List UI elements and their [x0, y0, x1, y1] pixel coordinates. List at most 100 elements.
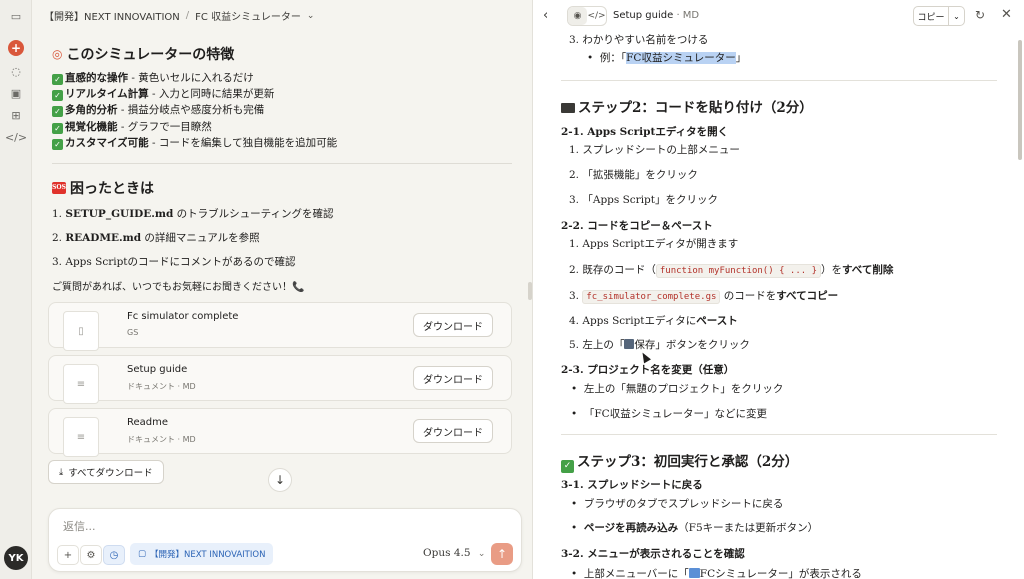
- eye-icon[interactable]: ◉: [568, 7, 587, 25]
- artifacts-icon[interactable]: ⊞: [8, 107, 24, 123]
- left-rail: ▭ + ◌ ▣ ⊞ </> YK: [0, 0, 32, 579]
- list-item: • 上部メニューバーに「 FCシミュレーター」が表示される: [571, 568, 862, 579]
- attach-button[interactable]: +: [57, 545, 79, 565]
- sliders-icon: ⚙: [86, 549, 96, 561]
- view-toggle: ◉ </>: [567, 6, 607, 26]
- document-toolbar: ‹ ◉ </> Setup guide · MD コピー ⌄ ↻ ✕: [533, 0, 1024, 32]
- list-item: 2. 既存のコード（ function myFunction() { ... }）…: [569, 264, 894, 278]
- document-title: Setup guide · MD: [613, 10, 700, 21]
- check-icon: ✓: [52, 74, 63, 85]
- code-view-icon[interactable]: </>: [587, 7, 606, 25]
- refresh-icon[interactable]: ↻: [975, 8, 985, 22]
- list-item: ✓ カスタマイズ可能 - コードを編集して独自機能を追加可能: [52, 135, 512, 151]
- target-icon: ◎: [52, 47, 63, 61]
- file-name: Readme: [127, 417, 169, 428]
- trouble-list: 1. SETUP_GUIDE.md のトラブルシューティングを確認 2. REA…: [52, 202, 512, 274]
- document-icon: ≡: [63, 364, 99, 404]
- check-icon: ✓: [52, 122, 63, 134]
- document-pane: ‹ ◉ </> Setup guide · MD コピー ⌄ ↻ ✕ 3. わか…: [532, 0, 1024, 579]
- file-name: Setup guide: [127, 364, 188, 375]
- tools-button[interactable]: ⚙: [80, 545, 102, 565]
- project-chip[interactable]: ▢ 【開発】NEXT INNOVAITION: [130, 543, 274, 565]
- new-chat-icon[interactable]: +: [8, 40, 24, 56]
- arrow-up-icon: ↑: [496, 547, 508, 561]
- composer: 返信... + ⚙ ◷ ▢ 【開発】NEXT INNOVAITION Opus …: [48, 508, 522, 572]
- download-button[interactable]: ダウンロード: [413, 419, 493, 443]
- chevron-down-icon: ⌄: [477, 549, 486, 559]
- bar-chart-icon: [688, 568, 700, 578]
- copy-button[interactable]: コピー ⌄: [913, 6, 965, 26]
- download-button[interactable]: ダウンロード: [413, 313, 493, 337]
- list-item: 3. fc_simulator_complete.gs のコードをすべてコピー: [569, 290, 839, 304]
- model-selector[interactable]: Opus 4.5 ⌄: [423, 547, 485, 559]
- list-item: • ページを再読み込み（F5キーまたは更新ボタン）: [571, 522, 819, 534]
- section-heading: 3-2. メニューが表示されることを確認: [561, 548, 745, 560]
- list-item: 1. Apps Scriptエディタが開きます: [569, 238, 739, 250]
- list-item: • ブラウザのタブでスプレッドシートに戻る: [571, 498, 784, 510]
- file-meta: ドキュメント · MD: [127, 435, 196, 444]
- list-item: 3. わかりやすい名前をつける: [569, 34, 709, 46]
- list-item: 1. スプレッドシートの上部メニュー: [569, 144, 740, 156]
- back-icon[interactable]: ‹: [543, 8, 548, 23]
- arrow-down-icon: ↓: [274, 473, 286, 487]
- divider: [52, 163, 512, 165]
- list-item: 4. Apps Scriptエディタにペースト: [569, 315, 738, 327]
- chat-pane: 【開発】NEXT INNOVAITION / FC 収益シミュレーター ⌄ ◎ …: [32, 0, 529, 579]
- file-meta: GS: [127, 328, 139, 337]
- close-icon[interactable]: ✕: [1001, 7, 1012, 22]
- file-card-fc-simulator[interactable]: ▯ Fc simulator complete GS ダウンロード: [48, 302, 512, 351]
- chevron-down-icon[interactable]: ⌄: [307, 11, 315, 21]
- features-list: ✓ 直感的な操作 - 黄色いセルに入れるだけ ✓ リアルタイム計算 - 入力と同時に…: [52, 70, 512, 151]
- section-heading: 2-3. プロジェクト名を変更（任意）: [561, 364, 735, 376]
- file-meta: ドキュメント · MD: [127, 382, 196, 391]
- reply-input[interactable]: 返信...: [63, 518, 96, 534]
- divider: [561, 80, 997, 81]
- list-item: 3. Apps Scriptのコードにコメントがあるので確認: [52, 256, 296, 269]
- list-item: 2. 「拡張機能」をクリック: [569, 169, 698, 181]
- list-item: ✓ 多角的分析 - 損益分岐点や感度分析も完備: [52, 102, 512, 118]
- list-item: • 例：「FC収益シミュレーター」: [587, 52, 747, 64]
- divider: [561, 434, 997, 435]
- list-item: 5. 左上の「 保存」ボタンをクリック: [569, 339, 750, 351]
- chevron-down-icon[interactable]: ⌄: [948, 7, 964, 25]
- download-icon: ⤓: [59, 466, 64, 478]
- document-icon: ≡: [63, 417, 99, 457]
- plus-icon: +: [63, 549, 73, 561]
- list-item: 3. 「Apps Script」をクリック: [569, 194, 718, 206]
- list-item: • 「FC収益シミュレーター」などに変更: [571, 408, 767, 420]
- code-icon[interactable]: </>: [5, 129, 27, 145]
- sos-icon: SOS: [52, 182, 66, 195]
- breadcrumb-separator: /: [185, 10, 190, 21]
- list-item: • 左上の「無題のプロジェクト」をクリック: [571, 383, 784, 395]
- file-card-setup-guide[interactable]: ≡ Setup guide ドキュメント · MD ダウンロード: [48, 355, 512, 404]
- check-icon: ✓: [561, 460, 574, 473]
- features-heading: ◎ このシミュレーターの特徴: [52, 47, 235, 63]
- chat-title[interactable]: FC 収益シミュレーター: [195, 8, 301, 23]
- chats-icon[interactable]: ◌: [8, 63, 24, 79]
- breadcrumb-project[interactable]: 【開発】NEXT INNOVAITION: [44, 8, 180, 23]
- step2-heading: ステップ2：コードを貼り付け（2分）: [561, 96, 813, 116]
- scroll-down-button[interactable]: ↓: [268, 468, 292, 492]
- history-button[interactable]: ◷: [103, 545, 125, 565]
- list-item: ✓ リアルタイム計算 - 入力と同時に結果が更新: [52, 86, 512, 102]
- file-card-readme[interactable]: ≡ Readme ドキュメント · MD ダウンロード: [48, 408, 512, 457]
- breadcrumb: 【開発】NEXT INNOVAITION / FC 収益シミュレーター ⌄: [44, 8, 314, 23]
- folder-icon: ▢: [138, 549, 147, 559]
- step3-heading: ✓ ステップ3：初回実行と承認（2分）: [561, 450, 798, 473]
- avatar[interactable]: YK: [4, 546, 28, 570]
- projects-icon[interactable]: ▣: [8, 85, 24, 101]
- clock-icon: ◷: [109, 549, 119, 561]
- list-item: ✓ 視覚化機能 - グラフで一目瞭然: [52, 119, 512, 135]
- list-item: 2. README.md の詳細マニュアルを参照: [52, 232, 260, 245]
- scrollbar[interactable]: [1018, 40, 1022, 160]
- download-button[interactable]: ダウンロード: [413, 366, 493, 390]
- check-icon: ✓: [52, 106, 63, 118]
- list-item: 1. SETUP_GUIDE.md のトラブルシューティングを確認: [52, 208, 334, 221]
- download-all-button[interactable]: ⤓ すべてダウンロード: [48, 460, 164, 484]
- check-icon: ✓: [52, 138, 63, 150]
- file-icon: ▯: [63, 311, 99, 351]
- sidebar-toggle-icon[interactable]: ▭: [8, 8, 24, 24]
- section-heading: 2-2. コードをコピー＆ペースト: [561, 220, 713, 232]
- send-button[interactable]: ↑: [491, 543, 513, 565]
- floppy-disk-icon: [624, 339, 635, 349]
